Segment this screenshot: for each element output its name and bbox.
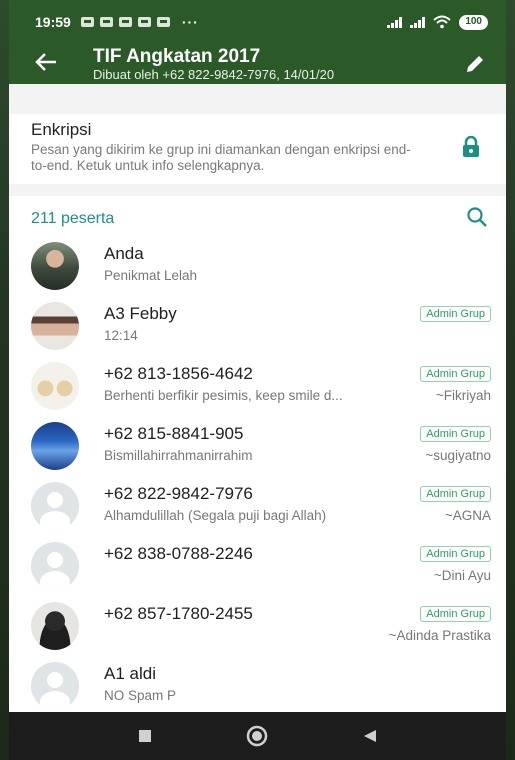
participant-status: 12:14 bbox=[104, 328, 138, 343]
default-avatar-icon bbox=[31, 482, 79, 530]
status-bar: 19:59 ··· 100 bbox=[9, 0, 506, 44]
wifi-icon bbox=[433, 15, 451, 29]
participant-name: +62 838-0788-2246 bbox=[104, 544, 253, 563]
participant-row[interactable]: A3 Febby Admin Grup 12:14 bbox=[9, 300, 506, 360]
participants-section: 211 peserta Anda Penikmat Lelah A3 Febby… bbox=[9, 196, 506, 720]
default-avatar-icon bbox=[31, 542, 79, 590]
avatar bbox=[31, 422, 79, 470]
participant-row[interactable]: +62 815-8841-905 Admin Grup Bismillahirr… bbox=[9, 420, 506, 480]
admin-badge: Admin Grup bbox=[420, 306, 491, 322]
battery-icon: 100 bbox=[459, 14, 488, 30]
admin-badge: Admin Grup bbox=[420, 366, 491, 382]
participant-row[interactable]: +62 813-1856-4642 Admin Grup Berhenti be… bbox=[9, 360, 506, 420]
participant-name: +62 857-1780-2455 bbox=[104, 604, 253, 623]
participant-count: 211 peserta bbox=[31, 210, 115, 227]
notification-icon bbox=[137, 17, 151, 27]
participant-row[interactable]: +62 838-0788-2246 Admin Grup ~Dini Ayu bbox=[9, 540, 506, 600]
participant-status: Penikmat Lelah bbox=[104, 268, 198, 283]
notification-icons: ··· bbox=[80, 14, 199, 30]
participant-pushname: ~Adinda Prastika bbox=[388, 628, 491, 643]
status-time: 19:59 bbox=[35, 14, 71, 30]
android-nav-bar bbox=[9, 712, 506, 760]
participant-pushname: ~Fikriyah bbox=[435, 388, 491, 403]
group-title-block: TIF Angkatan 2017 Dibuat oleh +62 822-98… bbox=[75, 45, 464, 82]
signal-icon bbox=[387, 16, 403, 28]
avatar bbox=[31, 302, 79, 350]
participant-name: +62 822-9842-7976 bbox=[104, 484, 253, 503]
home-circle-icon[interactable] bbox=[237, 716, 277, 756]
admin-badge: Admin Grup bbox=[420, 426, 491, 442]
notification-icon bbox=[118, 17, 132, 27]
participant-status: Alhamdulillah (Segala puji bagi Allah) bbox=[104, 508, 327, 523]
search-icon[interactable] bbox=[466, 206, 488, 233]
avatar bbox=[31, 362, 79, 410]
participant-name: A3 Febby bbox=[104, 304, 177, 323]
admin-badge: Admin Grup bbox=[420, 486, 491, 502]
participant-row[interactable]: +62 822-9842-7976 Admin Grup Alhamdulill… bbox=[9, 480, 506, 540]
participant-status: Berhenti berfikir pesimis, keep smile d.… bbox=[104, 388, 343, 403]
avatar bbox=[31, 602, 79, 650]
signal-icon-2 bbox=[410, 16, 426, 28]
admin-badge: Admin Grup bbox=[420, 606, 491, 622]
participant-name: +62 813-1856-4642 bbox=[104, 364, 253, 383]
participant-row[interactable]: A1 aldi NO Spam P bbox=[9, 660, 506, 720]
encryption-card[interactable]: Enkripsi Pesan yang dikirim ke grup ini … bbox=[9, 114, 506, 184]
participants-header: 211 peserta bbox=[9, 206, 506, 233]
back-triangle-icon[interactable] bbox=[350, 716, 390, 756]
group-subtitle: Dibuat oleh +62 822-9842-7976, 14/01/20 bbox=[93, 66, 335, 82]
notification-icon bbox=[156, 17, 170, 27]
notification-icon bbox=[80, 17, 94, 27]
group-title: TIF Angkatan 2017 bbox=[93, 45, 261, 67]
avatar bbox=[31, 242, 79, 290]
participant-name: Anda bbox=[104, 244, 144, 263]
participant-row[interactable]: Anda Penikmat Lelah bbox=[9, 240, 506, 300]
participant-pushname: ~sugiyatno bbox=[425, 448, 491, 463]
participant-status: NO Spam P bbox=[104, 688, 177, 703]
participant-pushname: ~AGNA bbox=[444, 508, 491, 523]
encryption-title: Enkripsi bbox=[31, 120, 92, 139]
participant-name: A1 aldi bbox=[104, 664, 156, 683]
edit-pencil-icon[interactable] bbox=[464, 53, 486, 75]
participant-pushname: ~Dini Ayu bbox=[433, 568, 491, 583]
default-avatar-icon bbox=[31, 662, 79, 710]
back-arrow-icon[interactable] bbox=[35, 52, 75, 76]
encryption-description: Pesan yang dikirim ke grup ini diamankan… bbox=[31, 142, 411, 173]
more-notifications-icon: ··· bbox=[181, 14, 199, 30]
lock-icon bbox=[458, 136, 484, 158]
notification-icon bbox=[99, 17, 113, 27]
app-header: TIF Angkatan 2017 Dibuat oleh +62 822-98… bbox=[9, 44, 506, 84]
participant-row[interactable]: +62 857-1780-2455 Admin Grup ~Adinda Pra… bbox=[9, 600, 506, 660]
admin-badge: Admin Grup bbox=[420, 546, 491, 562]
recents-square-icon[interactable] bbox=[125, 716, 165, 756]
participant-status: Bismillahirrahmanirrahim bbox=[104, 448, 253, 463]
phone-screen: 19:59 ··· 100 TIF Angkatan 2017 Dibuat o… bbox=[9, 0, 506, 760]
participant-name: +62 815-8841-905 bbox=[104, 424, 244, 443]
